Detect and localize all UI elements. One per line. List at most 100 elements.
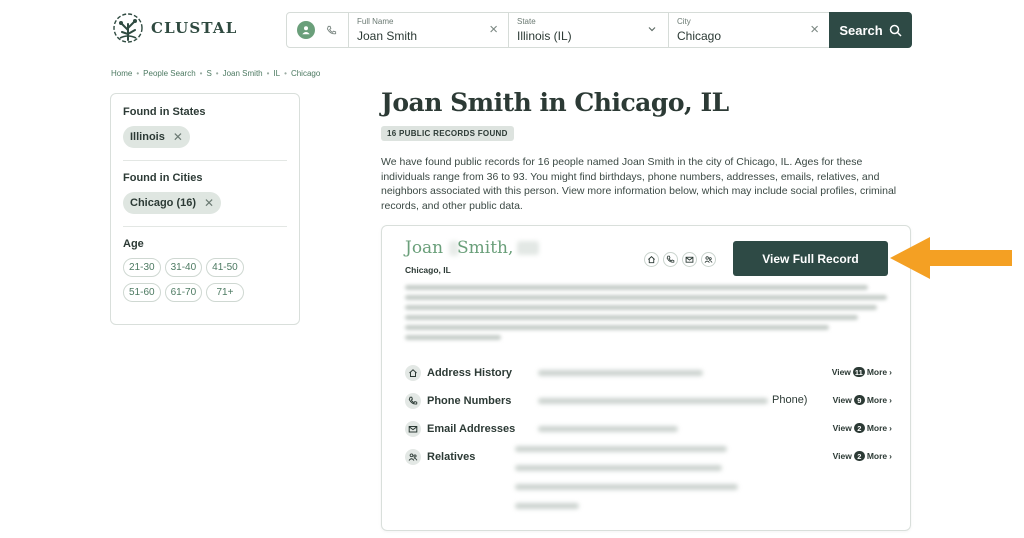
view-full-record-button[interactable]: View Full Record: [733, 241, 888, 276]
states-filter: Found in States Illinois ✕: [123, 106, 287, 161]
view-more-emails-link[interactable]: View 2 More ›: [833, 423, 892, 433]
person-first-name[interactable]: Joan: [405, 238, 443, 258]
redacted-phone-numbers: [538, 398, 768, 404]
relatives-icon: [701, 252, 716, 267]
cities-filter: Found in Cities Chicago (16) ✕: [123, 172, 287, 227]
phone-numbers-row[interactable]: Phone Numbers Phone) View 9 More ›: [405, 387, 892, 415]
email-icon: [682, 252, 697, 267]
page-title: Joan Smith in Chicago, IL: [381, 88, 729, 117]
more-word: More: [866, 395, 888, 405]
home-icon: [405, 365, 421, 381]
email-addresses-label: Email Addresses: [427, 423, 516, 435]
brand-logo[interactable]: CLUSTAL: [110, 10, 238, 46]
phone-search-icon[interactable]: [325, 23, 339, 37]
age-filter: Age 21-30 31-40 41-50 51-60 61-70 71+: [123, 238, 287, 314]
phone-icon: [663, 252, 678, 267]
remove-city-icon[interactable]: ✕: [204, 196, 214, 210]
breadcrumb-separator: •: [215, 69, 219, 78]
more-word: More: [866, 423, 888, 433]
intro-paragraph: We have found public records for 16 peop…: [381, 156, 897, 212]
state-label: State: [517, 17, 536, 26]
person-record-card: Joan Smith, Chicago, IL View Full Record: [381, 225, 911, 531]
record-type-icons: [644, 252, 716, 267]
phone-icon: [405, 393, 421, 409]
city-chip-label: Chicago (16): [130, 197, 197, 209]
chevron-down-icon[interactable]: [648, 25, 656, 33]
records-found-badge: 16 PUBLIC RECORDS FOUND: [381, 126, 514, 141]
breadcrumb-city[interactable]: Chicago: [291, 69, 320, 78]
state-select[interactable]: [517, 29, 642, 43]
more-word: More: [866, 367, 888, 377]
full-name-label: Full Name: [357, 17, 394, 26]
phone-type-suffix: Phone): [772, 394, 808, 406]
person-search-icon[interactable]: [296, 21, 315, 39]
view-more-addresses-link[interactable]: View 11 More ›: [832, 367, 892, 377]
home-icon: [644, 252, 659, 267]
view-word: View: [832, 451, 852, 461]
breadcrumb-separator: •: [199, 69, 203, 78]
chevron-right-icon: ›: [889, 423, 892, 433]
remove-state-icon[interactable]: ✕: [173, 130, 183, 144]
cities-filter-title: Found in Cities: [123, 172, 203, 184]
view-word: View: [832, 423, 852, 433]
clear-name-icon[interactable]: ×: [489, 22, 498, 37]
relatives-count-badge: 2: [853, 451, 865, 461]
chevron-right-icon: ›: [889, 395, 892, 405]
clustal-tree-logo-icon: [113, 13, 143, 43]
age-filter-title: Age: [123, 238, 144, 250]
clear-city-icon[interactable]: ×: [810, 22, 819, 37]
redacted-relatives-list: [515, 446, 745, 509]
pointer-arrow-icon: [890, 237, 1012, 279]
breadcrumb-people-search[interactable]: People Search: [143, 69, 195, 78]
state-chip[interactable]: Illinois ✕: [123, 126, 190, 148]
breadcrumb-separator: •: [284, 69, 287, 78]
breadcrumb-home[interactable]: Home: [111, 69, 132, 78]
age-range-21-30[interactable]: 21-30: [123, 258, 161, 277]
view-more-phones-link[interactable]: View 9 More ›: [833, 395, 892, 405]
age-range-41-50[interactable]: 41-50: [206, 258, 244, 277]
city-chip[interactable]: Chicago (16) ✕: [123, 192, 222, 214]
more-word: More: [866, 451, 888, 461]
breadcrumb-letter[interactable]: S: [206, 69, 211, 78]
state-field[interactable]: State: [509, 13, 669, 47]
age-range-61-70[interactable]: 61-70: [164, 283, 203, 302]
breadcrumb: Home • People Search • S • Joan Smith • …: [111, 69, 320, 78]
person-last-name[interactable]: Smith,: [457, 238, 513, 258]
address-count-badge: 11: [852, 367, 865, 377]
age-range-71-plus[interactable]: 71+: [206, 283, 244, 302]
breadcrumb-name[interactable]: Joan Smith: [223, 69, 263, 78]
redacted-address: [538, 370, 703, 376]
brand-name: CLUSTAL: [151, 19, 238, 37]
city-label: City: [677, 17, 691, 26]
phone-count-badge: 9: [853, 395, 865, 405]
redacted-summary: [405, 285, 887, 340]
age-range-51-60[interactable]: 51-60: [123, 283, 161, 302]
redacted-email: [538, 426, 678, 432]
phone-numbers-label: Phone Numbers: [427, 395, 512, 407]
view-word: View: [831, 367, 851, 377]
age-range-grid: 21-30 31-40 41-50 51-60 61-70 71+: [123, 258, 287, 302]
full-name-input[interactable]: [357, 29, 482, 43]
search-type-toggle: [287, 13, 349, 47]
breadcrumb-separator: •: [266, 69, 270, 78]
chevron-right-icon: ›: [889, 367, 892, 377]
email-icon: [405, 421, 421, 437]
search-button-label: Search: [839, 22, 883, 38]
state-chip-label: Illinois: [130, 131, 165, 143]
view-more-relatives-link[interactable]: View 2 More ›: [833, 451, 892, 461]
relatives-icon: [405, 449, 421, 465]
breadcrumb-state[interactable]: IL: [273, 69, 280, 78]
address-history-label: Address History: [427, 367, 512, 379]
view-word: View: [832, 395, 852, 405]
search-button[interactable]: Search: [829, 12, 912, 48]
email-addresses-row[interactable]: Email Addresses View 2 More ›: [405, 415, 892, 443]
city-field: City ×: [669, 13, 829, 47]
breadcrumb-separator: •: [136, 69, 140, 78]
person-location: Chicago, IL: [405, 265, 451, 275]
email-count-badge: 2: [853, 423, 865, 433]
city-input[interactable]: [677, 29, 802, 43]
address-history-row[interactable]: Address History View 11 More ›: [405, 359, 892, 387]
age-range-31-40[interactable]: 31-40: [164, 258, 203, 277]
chevron-right-icon: ›: [889, 451, 892, 461]
redacted-age: [517, 241, 539, 255]
